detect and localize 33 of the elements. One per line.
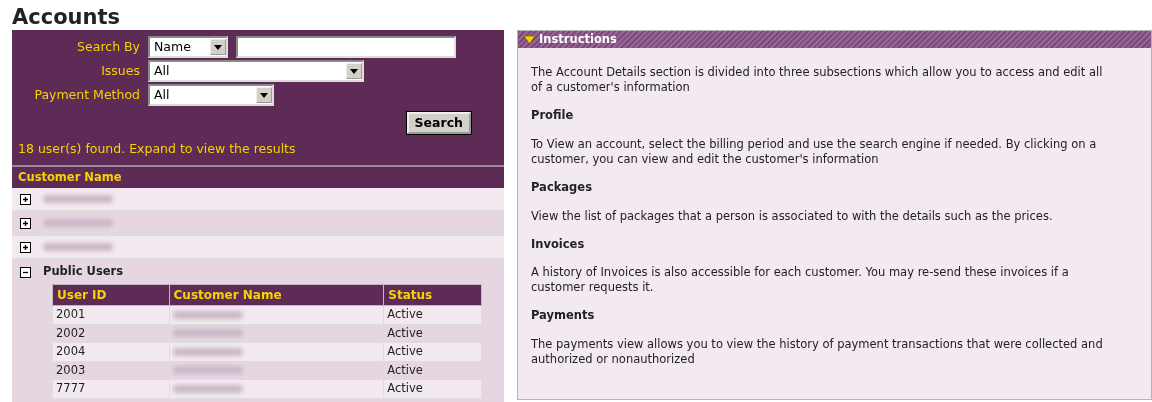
page-title: Accounts — [12, 4, 121, 30]
field-label: Payment Method — [33, 85, 140, 104]
collapse-arrow-icon — [524, 35, 535, 44]
dropdown[interactable]: Name — [148, 36, 228, 58]
expand-icon[interactable] — [20, 241, 31, 253]
search-input[interactable] — [236, 36, 456, 58]
field-label: Search By — [76, 37, 140, 56]
expand-icon[interactable] — [20, 217, 31, 229]
column-header: Customer Name — [169, 284, 384, 306]
section-heading: Packages — [531, 180, 593, 195]
dropdown[interactable]: All — [148, 60, 364, 82]
group-name[interactable]: Public Users — [43, 263, 124, 281]
column-header: Status — [383, 284, 482, 306]
field-label: Issues — [100, 61, 140, 80]
paragraph: View the list of packages that a person is associated to with the details such as the prices. — [531, 208, 1054, 224]
panel-title: Instructions — [539, 30, 617, 48]
result-count: 18 user(s) found. Expand to view the results — [18, 141, 296, 156]
dropdown-arrow-icon — [260, 92, 268, 98]
paragraph: A history of Invoices is also accessible for each customer. You may re-send these invoices if a customer requests it. — [531, 265, 1070, 296]
dropdown-arrow-icon — [350, 68, 358, 74]
column-header: User ID — [52, 284, 170, 306]
dropdown[interactable]: All — [148, 84, 274, 106]
paragraph: To View an account, select the billing period and use the search engine if needed. By clicking on a customer, you can view and edit the customer's information — [531, 136, 1098, 167]
search-button[interactable]: Search — [406, 112, 471, 134]
expand-icon[interactable] — [20, 193, 31, 205]
paragraph: The payments view allows you to view the history of payment transactions that were collected and authorized or nonauthorized — [531, 337, 1104, 368]
section-heading: Profile — [531, 109, 575, 123]
dropdown-arrow-icon — [214, 44, 222, 50]
section-heading: Invoices — [531, 237, 586, 252]
section-heading: Payments — [531, 309, 596, 324]
collapse-icon[interactable] — [20, 266, 31, 278]
paragraph: The Account Details section is divided into three subsections which allow you to access and edit all of a customer's information — [531, 65, 1104, 95]
instructions-header[interactable]: Instructions — [518, 31, 1151, 48]
